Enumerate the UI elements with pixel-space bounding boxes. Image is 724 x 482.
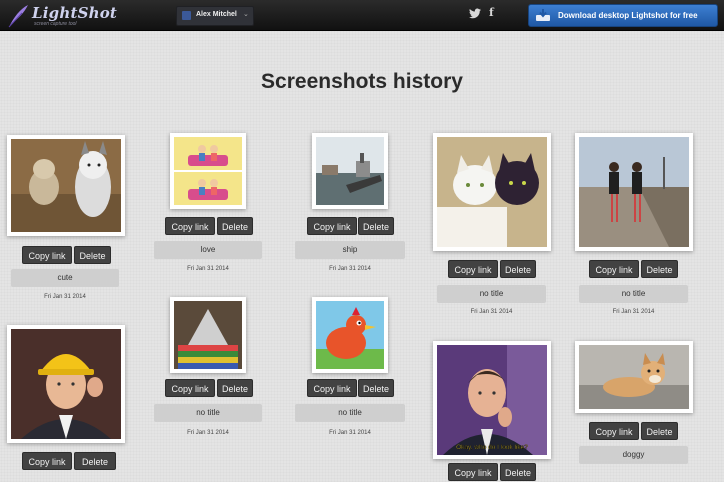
screenshot-thumbnail[interactable] — [433, 133, 551, 251]
delete-button[interactable]: Delete — [358, 217, 394, 235]
chevron-down-icon: ⌄ — [243, 11, 249, 18]
copy-link-button[interactable]: Copy link — [165, 379, 215, 397]
screenshot-thumbnail[interactable] — [170, 297, 246, 373]
delete-button[interactable]: Delete — [500, 260, 536, 278]
screenshot-date: Fri Jan 31 2014 — [329, 266, 371, 272]
delete-button[interactable]: Delete — [641, 260, 678, 278]
screenshot-thumbnail[interactable] — [312, 297, 388, 373]
logo-text: LightShot — [32, 4, 118, 22]
facebook-user-icon — [182, 11, 191, 20]
delete-button[interactable]: Delete — [74, 452, 116, 470]
shiba-dog-image — [579, 345, 689, 409]
user-menu[interactable]: Alex Mitchel ⌄ — [176, 6, 254, 26]
screenshot-title[interactable]: love — [154, 241, 262, 259]
man-in-hard-hat-image — [11, 329, 121, 439]
cartoon-bird-image — [316, 301, 384, 369]
copy-link-button[interactable]: Copy link — [165, 217, 215, 235]
delete-button[interactable]: Delete — [500, 463, 536, 481]
screenshot-thumbnail[interactable] — [7, 135, 125, 236]
screenshot-title[interactable]: doggy — [579, 446, 688, 464]
screenshot-thumbnail[interactable] — [170, 133, 246, 209]
delete-button[interactable]: Delete — [641, 422, 678, 440]
screenshot-date: Fri Jan 31 2014 — [44, 294, 86, 300]
logo-tagline: screen capture tool — [34, 21, 77, 27]
husky-puppy-and-tiger-cub-image — [11, 139, 121, 232]
copy-link-button[interactable]: Copy link — [589, 422, 639, 440]
copy-link-button[interactable]: Copy link — [448, 260, 498, 278]
screenshot-date: Fri Jan 31 2014 — [470, 309, 513, 315]
meme-caption: Okay, who do I look like? — [456, 444, 528, 451]
domino-toys-image — [174, 301, 242, 369]
download-desktop-button[interactable]: Download desktop Lightshot for free — [528, 4, 718, 27]
copy-link-button[interactable]: Copy link — [307, 379, 357, 397]
two-girls-on-path-image — [579, 137, 689, 247]
twitter-icon[interactable] — [469, 8, 481, 19]
screenshot-date: Fri Jan 31 2014 — [187, 430, 229, 436]
screenshot-title[interactable]: cute — [11, 269, 119, 287]
screenshot-date: Fri Jan 31 2014 — [612, 309, 655, 315]
feather-icon — [8, 5, 28, 28]
screenshot-title[interactable]: ship — [295, 241, 405, 259]
screenshot-date: Fri Jan 31 2014 — [329, 430, 371, 436]
cartoon-couple-on-sofa-image — [174, 137, 242, 205]
copy-link-button[interactable]: Copy link — [22, 452, 72, 470]
screenshot-thumbnail[interactable] — [7, 325, 125, 443]
facebook-icon[interactable]: f — [489, 6, 494, 19]
delete-button[interactable]: Delete — [217, 379, 253, 397]
screenshot-thumbnail[interactable] — [312, 133, 388, 209]
lightshot-logo[interactable]: LightShot screen capture tool — [6, 3, 117, 29]
page-title: Screenshots history — [261, 70, 463, 93]
screenshot-thumbnail[interactable] — [575, 341, 693, 413]
screenshot-title[interactable]: no title — [154, 404, 262, 422]
download-icon — [536, 9, 550, 21]
copy-link-button[interactable]: Copy link — [307, 217, 357, 235]
two-cats-image — [437, 137, 547, 247]
screenshot-title[interactable]: no title — [295, 404, 405, 422]
ship-at-sea-image — [316, 137, 384, 205]
screenshot-title[interactable]: no title — [437, 285, 546, 303]
screenshot-thumbnail[interactable]: Okay, who do I look like? — [433, 341, 551, 459]
download-label: Download desktop Lightshot for free — [558, 11, 698, 20]
copy-link-button[interactable]: Copy link — [448, 463, 498, 481]
screenshot-title[interactable]: no title — [579, 285, 688, 303]
screenshot-thumbnail[interactable] — [575, 133, 693, 251]
user-name: Alex Mitchel — [196, 11, 237, 18]
man-meme-image: Okay, who do I look like? — [437, 345, 547, 455]
delete-button[interactable]: Delete — [217, 217, 253, 235]
copy-link-button[interactable]: Copy link — [589, 260, 639, 278]
copy-link-button[interactable]: Copy link — [22, 246, 72, 264]
delete-button[interactable]: Delete — [358, 379, 394, 397]
delete-button[interactable]: Delete — [74, 246, 111, 264]
top-bar: LightShot screen capture tool Alex Mitch… — [0, 0, 724, 31]
screenshot-date: Fri Jan 31 2014 — [187, 266, 229, 272]
